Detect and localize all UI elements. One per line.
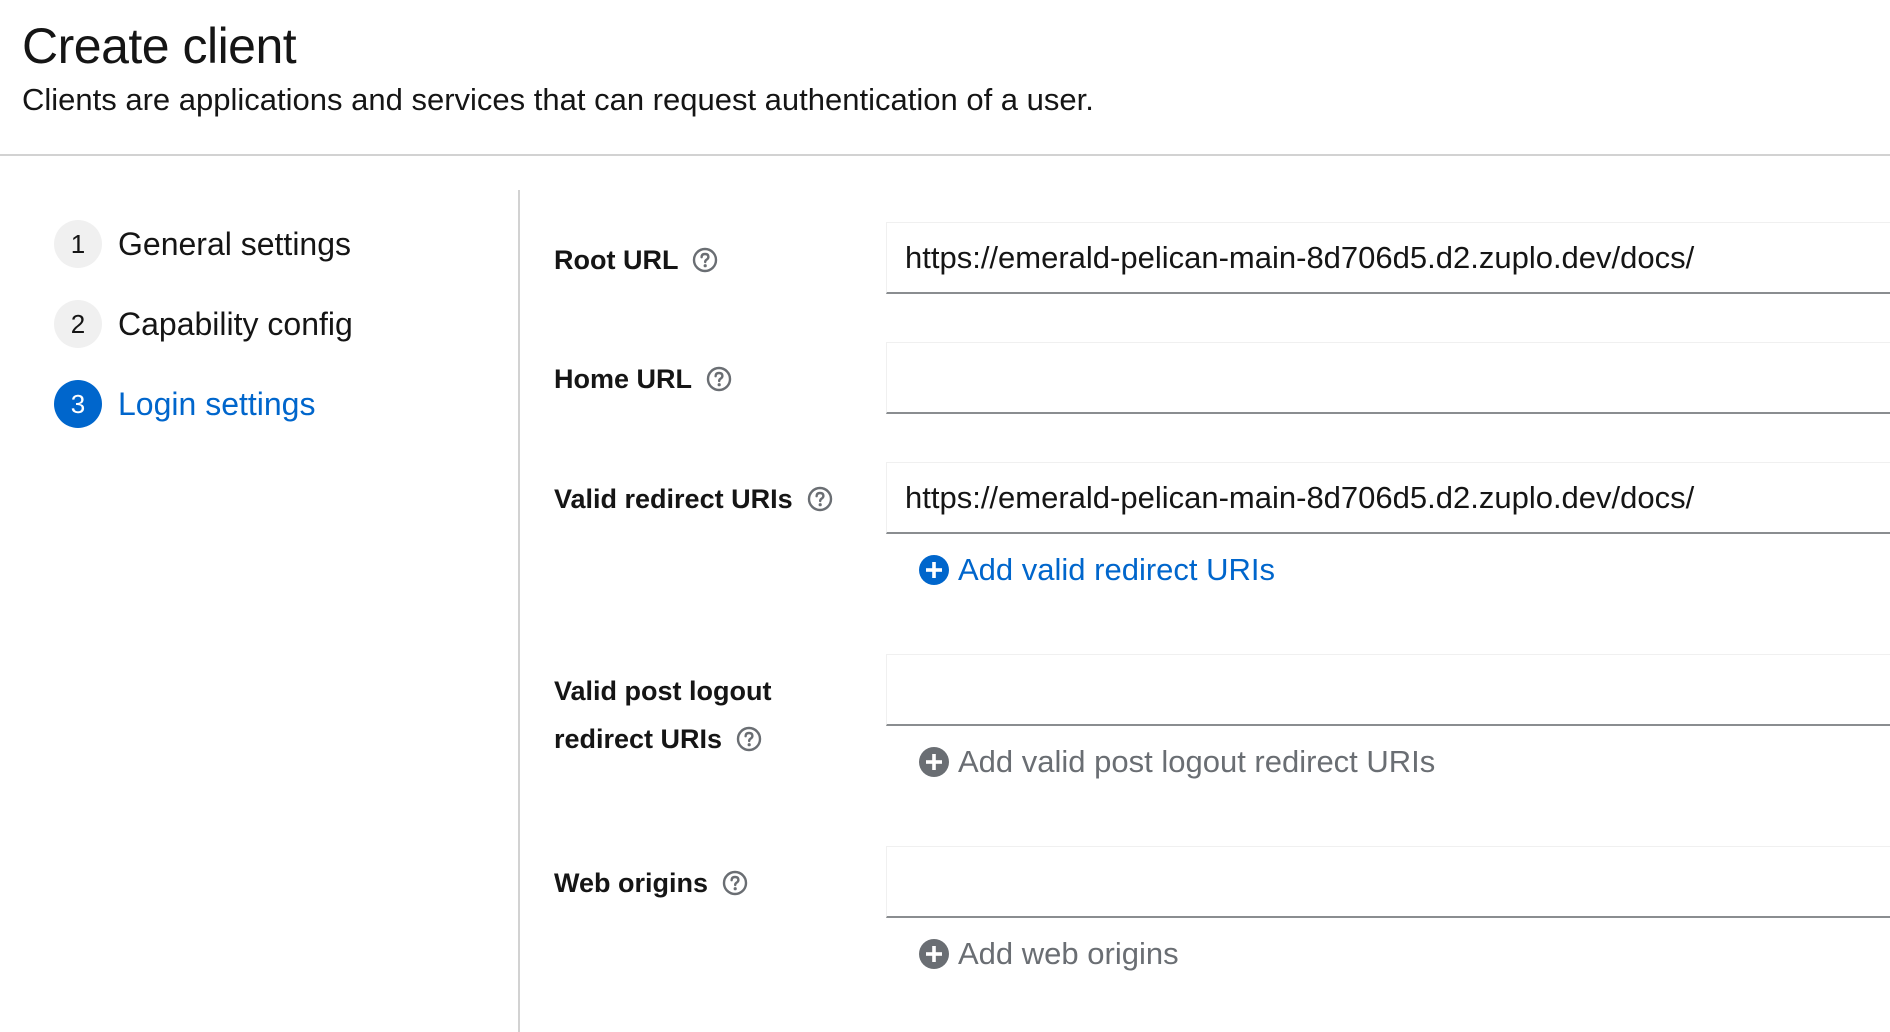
wizard-step-label: Capability config — [118, 305, 353, 342]
wizard-step-number: 2 — [54, 300, 102, 348]
wizard-nav: 1 General settings 2 Capability config 3… — [0, 190, 520, 1032]
web-origins-label: Web origins — [554, 859, 748, 907]
question-circle-icon[interactable] — [807, 486, 833, 512]
valid-redirect-uris-label-text: Valid redirect URIs — [554, 484, 793, 514]
valid-post-logout-label-text-2: redirect URIs — [554, 724, 723, 754]
add-web-origins-button[interactable]: Add web origins — [918, 934, 1179, 974]
valid-post-logout-redirect-uris-label-line2: redirect URIs — [554, 715, 762, 763]
valid-redirect-uris-label: Valid redirect URIs — [554, 475, 833, 523]
add-web-origins-label: Add web origins — [958, 936, 1179, 971]
valid-post-logout-label-text-1: Valid post logout — [554, 676, 772, 706]
add-valid-redirect-uris-button[interactable]: Add valid redirect URIs — [918, 550, 1275, 590]
web-origins-label-text: Web origins — [554, 868, 709, 898]
question-circle-icon[interactable] — [706, 366, 732, 392]
page-description: Clients are applications and services th… — [22, 82, 1094, 117]
wizard-step-number: 1 — [54, 220, 102, 268]
wizard-step-capability-config[interactable]: 2 Capability config — [54, 300, 353, 348]
wizard-step-label: Login settings — [118, 385, 316, 422]
wizard-step-general-settings[interactable]: 1 General settings — [54, 220, 351, 268]
root-url-label: Root URL — [554, 236, 718, 284]
add-valid-post-logout-redirect-uris-button[interactable]: Add valid post logout redirect URIs — [918, 742, 1435, 782]
home-url-label-text: Home URL — [554, 364, 693, 394]
plus-circle-icon — [918, 746, 950, 778]
home-url-label: Home URL — [554, 355, 732, 403]
root-url-label-text: Root URL — [554, 245, 679, 275]
wizard-step-label: General settings — [118, 225, 352, 262]
question-circle-icon[interactable] — [736, 726, 762, 752]
web-origins-input[interactable] — [886, 846, 1890, 918]
plus-circle-icon — [918, 554, 950, 586]
valid-post-logout-redirect-uris-label-line1: Valid post logout — [554, 667, 772, 715]
valid-redirect-uris-input[interactable] — [886, 462, 1890, 534]
wizard-step-number: 3 — [54, 380, 102, 428]
question-circle-icon[interactable] — [692, 247, 718, 273]
root-url-input[interactable] — [886, 222, 1890, 294]
wizard-step-login-settings[interactable]: 3 Login settings — [54, 380, 315, 428]
question-circle-icon[interactable] — [722, 870, 748, 896]
page-header: Create client Clients are applications a… — [0, 0, 1890, 156]
plus-circle-icon — [918, 938, 950, 970]
add-valid-redirect-uris-label: Add valid redirect URIs — [958, 552, 1276, 587]
valid-post-logout-redirect-uris-input[interactable] — [886, 654, 1890, 726]
home-url-input[interactable] — [886, 342, 1890, 414]
page-title: Create client — [22, 18, 297, 74]
add-valid-post-logout-redirect-uris-label: Add valid post logout redirect URIs — [958, 744, 1436, 779]
